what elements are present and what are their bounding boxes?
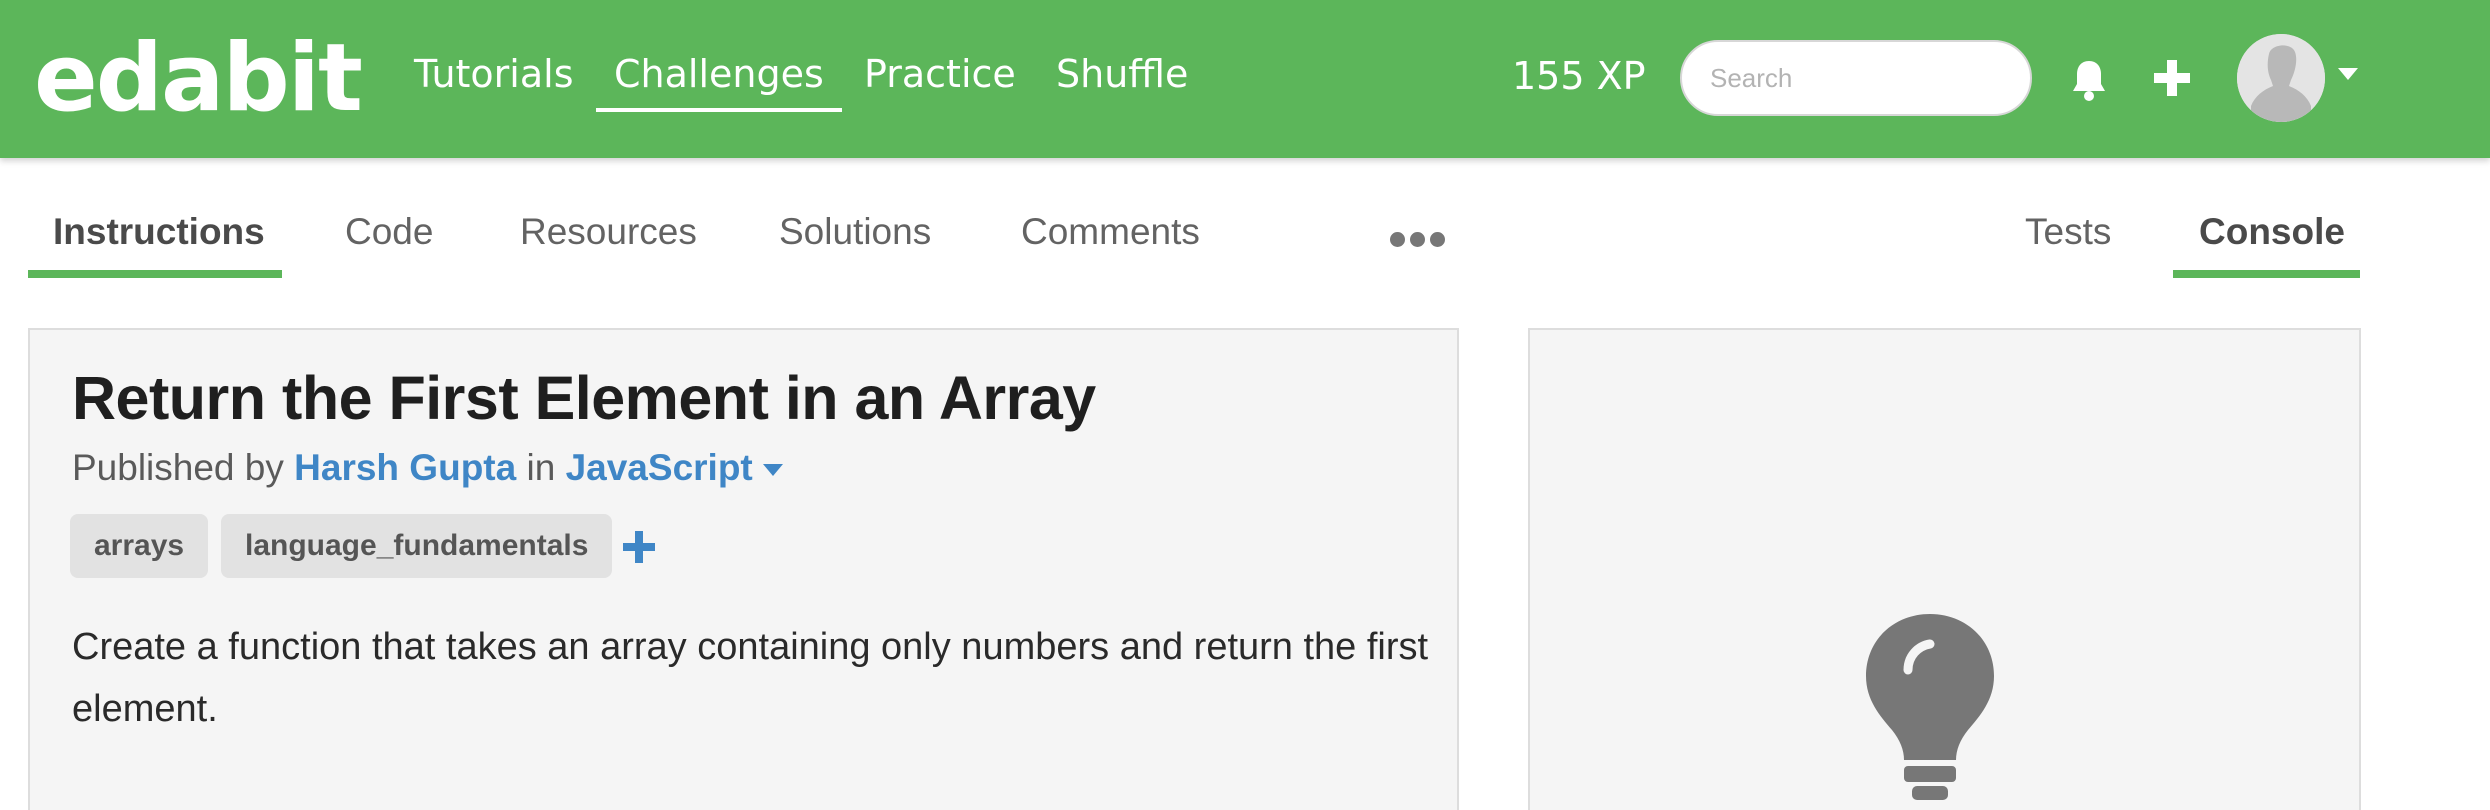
tab-comments[interactable]: Comments <box>1021 208 1200 256</box>
published-prefix: Published by <box>72 447 284 488</box>
logo[interactable]: edabit <box>34 20 363 138</box>
challenge-description: Create a function that takes an array co… <box>72 626 1429 730</box>
tag-language-fundamentals[interactable]: language_fundamentals <box>221 514 613 578</box>
avatar[interactable] <box>2237 34 2325 122</box>
user-silhouette-icon <box>2237 34 2325 122</box>
nav-shuffle[interactable]: Shuffle <box>1056 48 1188 100</box>
tab-resources[interactable]: Resources <box>520 208 697 256</box>
chevron-down-icon[interactable] <box>762 464 783 477</box>
plus-icon[interactable] <box>2152 58 2192 98</box>
author-link[interactable]: Harsh Gupta <box>294 447 516 488</box>
add-tag-plus-icon[interactable] <box>622 530 656 564</box>
nav-tutorials[interactable]: Tutorials <box>414 48 574 100</box>
tab-tests[interactable]: Tests <box>2025 208 2111 256</box>
top-navbar: edabit Tutorials Challenges Practice Shu… <box>0 0 2490 158</box>
search-input[interactable] <box>1680 40 2032 116</box>
nav-active-underline <box>596 108 842 112</box>
nav-challenges[interactable]: Challenges <box>614 48 824 100</box>
published-info: Published by Harsh Gupta in JavaScript <box>72 444 783 492</box>
tab-code[interactable]: Code <box>345 208 433 256</box>
tab-console[interactable]: Console <box>2199 208 2345 256</box>
language-link[interactable]: JavaScript <box>566 447 753 488</box>
challenge-title: Return the First Element in an Array <box>72 364 1096 432</box>
bell-icon[interactable] <box>2070 58 2108 102</box>
tab-instructions-underline <box>28 270 282 278</box>
tab-solutions[interactable]: Solutions <box>779 208 931 256</box>
tag-arrays[interactable]: arrays <box>70 514 209 578</box>
chevron-down-icon[interactable] <box>2338 68 2358 82</box>
tab-instructions[interactable]: Instructions <box>53 208 265 256</box>
in-word: in <box>526 447 556 488</box>
lightbulb-icon <box>1866 614 1994 800</box>
tab-console-underline <box>2173 270 2360 278</box>
xp-counter: 155 XP <box>1512 54 1646 98</box>
nav-practice[interactable]: Practice <box>864 48 1016 100</box>
more-dots-icon[interactable] <box>1390 232 1446 248</box>
